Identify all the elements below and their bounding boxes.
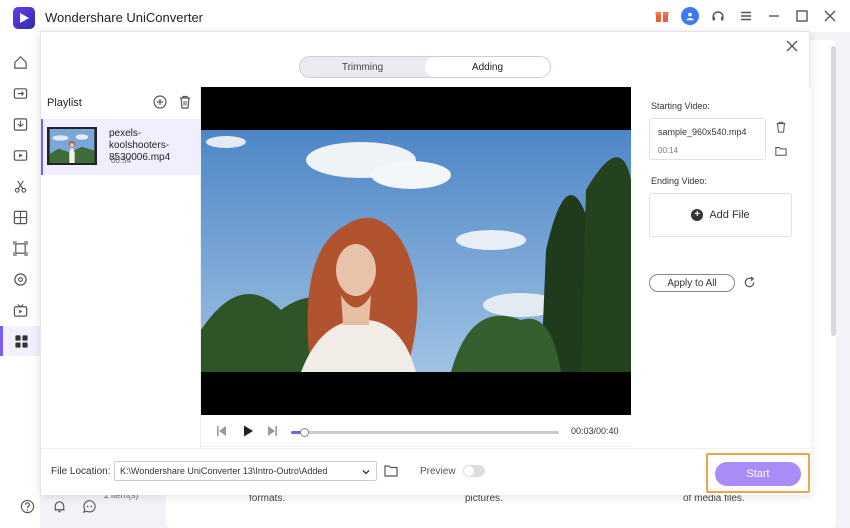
playlist-item-duration: 00:54 [111, 156, 132, 165]
chevron-down-icon [362, 470, 370, 475]
folder-icon[interactable] [384, 464, 400, 478]
add-file-button[interactable]: + Add File [649, 193, 792, 237]
mode-tabs: Trimming Adding [299, 56, 551, 78]
file-location-label: File Location: [51, 466, 111, 477]
close-window-icon[interactable] [820, 6, 840, 26]
gift-icon[interactable] [652, 6, 672, 26]
video-thumbnail [47, 127, 97, 165]
minimize-icon[interactable] [764, 6, 784, 26]
ending-video-label: Ending Video: [651, 176, 707, 186]
seek-slider[interactable] [291, 428, 559, 437]
cut-icon[interactable] [0, 171, 40, 201]
add-file-label: Add File [709, 209, 750, 221]
home-icon[interactable] [0, 47, 40, 77]
starting-delete-icon[interactable] [775, 121, 789, 135]
video-editor-icon[interactable] [0, 140, 40, 170]
maximize-icon[interactable] [792, 6, 812, 26]
starting-video-card[interactable]: sample_960x540.mp4 00:14 [649, 118, 766, 160]
tab-trimming[interactable]: Trimming [300, 57, 425, 77]
file-location-value: K:\Wondershare UniConverter 13\Intro-Out… [120, 466, 328, 476]
starting-folder-icon[interactable] [775, 145, 789, 159]
plus-icon: + [691, 209, 704, 221]
menu-icon[interactable] [736, 6, 756, 26]
converter-icon[interactable] [0, 78, 40, 108]
previous-frame-icon[interactable] [215, 424, 231, 440]
toggle-knob [464, 466, 474, 476]
preview-toggle[interactable] [463, 465, 485, 477]
bottom-bar: File Location: K:\Wondershare UniConvert… [41, 448, 811, 495]
downloader-icon[interactable] [0, 109, 40, 139]
next-frame-icon[interactable] [265, 424, 281, 440]
seek-handle[interactable] [300, 428, 310, 437]
merger-icon[interactable] [0, 202, 40, 232]
apply-to-all-button[interactable]: Apply to All [649, 274, 735, 292]
file-location-select[interactable]: K:\Wondershare UniConverter 13\Intro-Out… [114, 461, 377, 481]
help-icon[interactable] [20, 499, 36, 515]
intro-outro-settings: Starting Video: sample_960x540.mp4 00:14… [631, 87, 811, 447]
list-item[interactable]: pexels-koolshooters-8530006.mp4 00:54 [41, 119, 200, 175]
support-headset-icon[interactable] [708, 6, 728, 26]
left-sidebar [0, 32, 40, 528]
start-button[interactable]: Start [715, 462, 801, 486]
account-icon[interactable] [680, 6, 700, 26]
background-scrollbar[interactable] [831, 46, 836, 336]
app-title: Wondershare UniConverter [45, 10, 203, 25]
timecode: 00:03/00:40 [571, 426, 619, 436]
app-logo-icon [13, 7, 35, 29]
starting-video-filename: sample_960x540.mp4 [658, 127, 747, 137]
trash-icon[interactable] [178, 95, 194, 111]
modal-close-icon[interactable] [783, 37, 801, 55]
intro-outro-modal: Trimming Adding Playlist pexels-koolshoo… [40, 31, 811, 500]
player-icon[interactable] [0, 295, 40, 325]
refresh-icon[interactable] [743, 276, 757, 290]
start-highlight: Start [706, 453, 810, 493]
starting-video-duration: 00:14 [658, 146, 679, 155]
title-bar: Wondershare UniConverter [0, 0, 850, 32]
add-file-icon[interactable] [153, 95, 169, 111]
tab-adding[interactable]: Adding [425, 57, 550, 77]
player-controls: 00:03/00:40 [201, 417, 631, 447]
toolbox-icon[interactable] [0, 326, 40, 356]
play-icon[interactable] [241, 424, 257, 440]
playlist-title: Playlist [47, 97, 82, 109]
dvd-burner-icon[interactable] [0, 264, 40, 294]
starting-video-label: Starting Video: [651, 101, 710, 111]
preview-label: Preview [420, 466, 456, 477]
video-preview[interactable] [201, 87, 631, 415]
screen-recorder-icon[interactable] [0, 233, 40, 263]
video-frame [201, 130, 631, 372]
playlist-panel: Playlist pexels-koolshooters-8530006.mp4 [41, 87, 201, 500]
